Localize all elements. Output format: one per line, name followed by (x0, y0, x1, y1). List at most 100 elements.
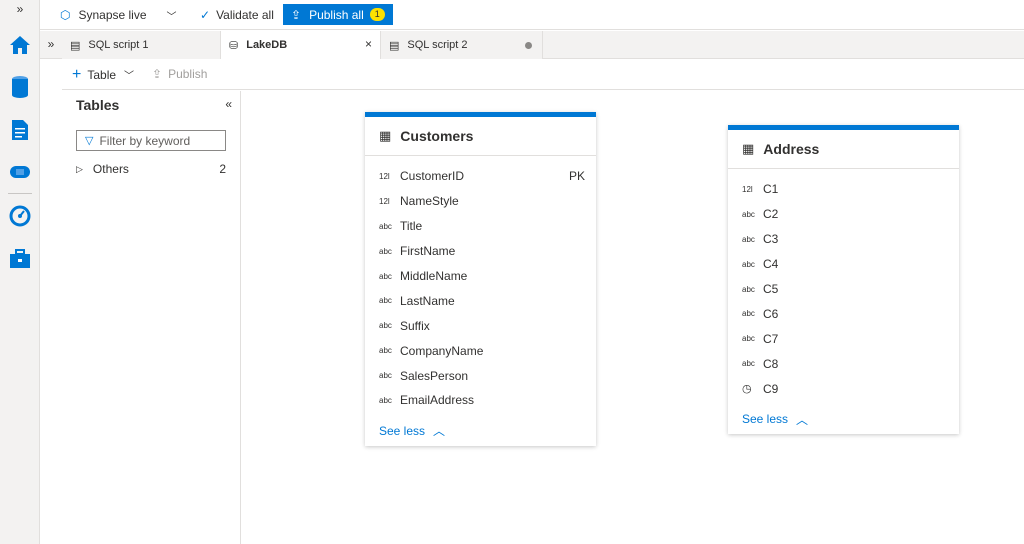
column-type-icon: abc (742, 309, 755, 319)
chevron-down-icon[interactable]: ﹀ (167, 8, 177, 23)
column-name: FirstName (400, 244, 456, 259)
column-type-icon: 12l (379, 171, 390, 181)
command-bar: ⬡ Synapse live ﹀ ✓ Validate all ⇪ Publis… (40, 0, 1024, 30)
column-row[interactable]: 12l CustomerID PK (365, 164, 596, 189)
expand-panel-icon[interactable]: » (40, 31, 62, 59)
column-row[interactable]: abc C3 (728, 227, 959, 252)
column-name: C7 (763, 331, 779, 346)
column-list: 12l CustomerID PK 12l NameStyle abc Title ab… (365, 156, 596, 413)
table-name: Address (763, 141, 820, 157)
column-type-icon: abc (379, 371, 392, 381)
table-card-customers[interactable]: ▦ Customers 12l CustomerID PK 12l NameStyle… (365, 112, 596, 446)
column-row[interactable]: abc SalesPerson (365, 363, 596, 388)
column-row[interactable]: 12l C1 (728, 177, 959, 202)
column-name: C2 (763, 207, 779, 222)
home-icon[interactable] (6, 31, 34, 59)
column-row[interactable]: abc C7 (728, 326, 959, 351)
column-row[interactable]: 12l NameStyle (365, 189, 596, 214)
datetime-icon: ◷ (742, 383, 752, 396)
close-icon[interactable]: × (365, 37, 372, 51)
database-icon: ⛁ (229, 39, 239, 52)
collapse-panel-icon[interactable]: « (225, 97, 232, 111)
column-name: C3 (763, 232, 779, 247)
table-icon: ▦ (379, 128, 392, 143)
publish-all-button[interactable]: ⇪ Publish all 1 (283, 4, 393, 25)
column-name: C1 (763, 182, 779, 197)
synapse-icon: ⬡ (60, 8, 71, 22)
pending-changes-badge: 1 (369, 8, 385, 21)
column-row[interactable]: abc FirstName (365, 239, 596, 264)
tab-sql-script-1[interactable]: ▤ SQL script 1 (62, 31, 221, 59)
left-nav-rail: » (0, 0, 40, 544)
tables-panel: Tables « ▽ Filter by keyword ▷ Others 2 (62, 91, 241, 544)
table-card-header[interactable]: ▦ Customers (365, 117, 596, 156)
lakedb-toolbar: + Table ﹀ ⇪ Publish (62, 60, 1024, 90)
column-row[interactable]: abc LastName (365, 288, 596, 313)
publish-icon: ⇪ (152, 67, 163, 81)
editor-tab-bar: » ▤ SQL script 1 ⛁ LakeDB × ▤ SQL script… (40, 31, 1024, 59)
column-type-icon: 12l (742, 184, 753, 194)
column-name: LastName (400, 293, 455, 308)
column-type-icon: abc (379, 246, 392, 256)
develop-icon[interactable] (6, 116, 34, 144)
validate-all-button[interactable]: ✓ Validate all (200, 5, 274, 25)
column-row[interactable]: ◷ C9 (728, 376, 959, 401)
unsaved-dot-icon (525, 42, 532, 49)
validate-icon: ✓ (200, 8, 211, 22)
column-type-icon: abc (742, 359, 755, 369)
data-icon[interactable] (6, 73, 34, 101)
group-label: Others (92, 162, 129, 176)
diagram-canvas[interactable]: ▦ Customers 12l CustomerID PK 12l NameStyle… (242, 91, 1024, 544)
tree-group-others[interactable]: ▷ Others 2 (76, 160, 226, 178)
column-row[interactable]: abc Title (365, 214, 596, 239)
chevron-up-icon: ︿ (796, 412, 809, 427)
table-name: Customers (400, 128, 474, 144)
rail-divider (8, 193, 32, 194)
expand-caret-icon[interactable]: ▷ (76, 164, 83, 175)
column-row[interactable]: abc C4 (728, 252, 959, 277)
integrate-icon[interactable] (6, 158, 34, 186)
column-name: SalesPerson (400, 368, 469, 383)
publish-button[interactable]: ⇪ Publish (152, 67, 207, 81)
column-row[interactable]: abc EmailAddress (365, 388, 596, 413)
manage-icon[interactable] (6, 245, 34, 273)
column-name: CustomerID (400, 169, 465, 184)
tab-sql-script-2[interactable]: ▤ SQL script 2 (381, 31, 543, 59)
column-list: 12l C1 abc C2 abc C3 abc C4 abc C5 abc C6 abc C… (728, 169, 959, 401)
filter-input[interactable]: ▽ Filter by keyword (76, 130, 226, 151)
see-less-link[interactable]: See less ︿ (365, 413, 596, 449)
column-type-icon: abc (379, 346, 392, 356)
column-name: C4 (763, 257, 779, 272)
column-row[interactable]: abc CompanyName (365, 338, 596, 363)
primary-key-label: PK (568, 169, 585, 184)
group-count: 2 (219, 162, 226, 176)
column-row[interactable]: abc C6 (728, 301, 959, 326)
column-name: Title (400, 219, 423, 234)
column-row[interactable]: abc MiddleName (365, 264, 596, 289)
column-row[interactable]: abc C5 (728, 277, 959, 302)
monitor-icon[interactable] (6, 202, 34, 230)
tab-label: SQL script 1 (88, 39, 149, 51)
script-icon: ▤ (389, 39, 400, 52)
workspace-selector[interactable]: ⬡ Synapse live ﹀ (60, 5, 177, 25)
add-table-button[interactable]: + Table ﹀ (72, 66, 134, 82)
table-icon: ▦ (742, 141, 755, 156)
column-type-icon: abc (742, 259, 755, 269)
chevron-down-icon[interactable]: ﹀ (124, 67, 134, 82)
column-type-icon: abc (379, 395, 392, 405)
column-name: C5 (763, 282, 779, 296)
table-card-address[interactable]: ▦ Address 12l C1 abc C2 abc C3 abc C4 abc C5 … (728, 125, 959, 434)
column-type-icon: abc (742, 209, 755, 219)
panel-title: Tables (76, 97, 120, 113)
column-row[interactable]: abc C2 (728, 202, 959, 227)
publish-label: Publish (168, 67, 208, 81)
table-card-header[interactable]: ▦ Address (728, 130, 959, 169)
column-type-icon: abc (742, 284, 755, 294)
tab-lakedb[interactable]: ⛁ LakeDB × (221, 31, 381, 59)
column-row[interactable]: abc Suffix (365, 313, 596, 338)
column-name: C6 (763, 306, 779, 321)
expand-nav-icon[interactable]: » (0, 0, 40, 22)
tab-label: LakeDB (246, 39, 288, 51)
column-row[interactable]: abc C8 (728, 351, 959, 376)
see-less-link[interactable]: See less ︿ (728, 401, 959, 437)
